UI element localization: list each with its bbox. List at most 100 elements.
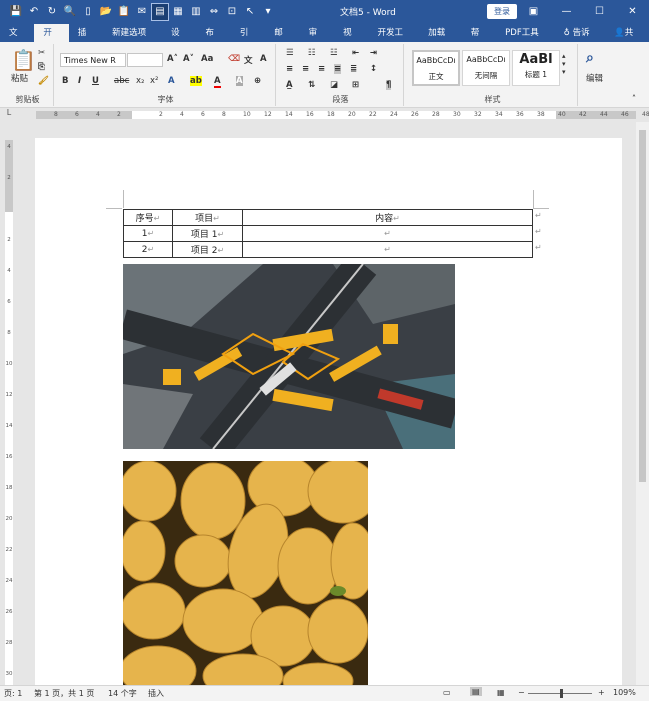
style-no-spacing[interactable]: AaBbCcDı 无间隔 xyxy=(462,50,510,86)
tab-references[interactable]: 引用 xyxy=(231,24,265,56)
chinese-layout-icon[interactable]: A̲ xyxy=(286,80,293,90)
numbering-icon[interactable]: ☷ xyxy=(308,48,316,58)
sort-icon[interactable]: ⇅ xyxy=(308,80,315,90)
tab-pdf-tools[interactable]: PDF工具集 xyxy=(496,24,555,56)
zoom-in-icon[interactable]: + xyxy=(598,688,605,697)
borders-icon[interactable]: ⊞ xyxy=(352,80,359,90)
margins-icon[interactable]: ⇔ xyxy=(206,4,222,20)
tab-selector[interactable]: L xyxy=(0,108,18,122)
columns-icon[interactable]: ▥ xyxy=(188,4,204,20)
editing-button[interactable]: 编辑 xyxy=(586,72,603,84)
paste-icon[interactable]: 📋 xyxy=(11,48,36,72)
customize-dropdown-icon[interactable]: ▾ xyxy=(260,4,276,20)
maximize-icon[interactable]: ☐ xyxy=(583,0,616,23)
insert-mode[interactable]: 插入 xyxy=(148,688,164,699)
table-cell[interactable]: ↵ xyxy=(242,225,533,242)
clear-formatting-icon[interactable]: ⌫ xyxy=(228,54,240,64)
format-painter-icon[interactable]: 🖌 xyxy=(38,76,49,86)
change-case-icon[interactable]: Aa xyxy=(201,54,213,64)
clipboard-icon[interactable]: 📋 xyxy=(116,4,132,20)
table-icon[interactable]: ▦ xyxy=(170,4,186,20)
table-cell[interactable]: 2↵ xyxy=(123,241,173,258)
mangoes-photo[interactable] xyxy=(123,461,368,685)
style-normal[interactable]: AaBbCcDı 正文 xyxy=(412,50,460,86)
style-heading-1[interactable]: AaBl 标题 1 xyxy=(512,50,560,86)
print-preview-icon[interactable]: 🔍 xyxy=(62,4,78,20)
underline-icon[interactable]: U xyxy=(92,76,99,86)
line-spacing-icon[interactable]: ↕ xyxy=(370,64,377,74)
zoom-level[interactable]: 109% xyxy=(613,688,636,697)
find-icon[interactable]: ⌕ xyxy=(586,50,594,66)
collapse-ribbon-icon[interactable]: ˄ xyxy=(632,94,636,103)
tab-addins[interactable]: 加载项 xyxy=(419,24,462,56)
intersection-aerial-photo[interactable] xyxy=(123,264,455,449)
tab-file[interactable]: 文件 xyxy=(0,24,34,56)
login-button[interactable]: 登录 xyxy=(487,4,517,19)
table-cell[interactable]: 内容↵ xyxy=(242,209,533,226)
tab-home[interactable]: 开始 xyxy=(34,24,69,56)
save-icon[interactable]: 💾 xyxy=(8,4,24,20)
open-folder-icon[interactable]: 📂 xyxy=(98,4,114,20)
character-border-icon[interactable]: A xyxy=(260,54,267,64)
close-icon[interactable]: ✕ xyxy=(616,0,649,23)
zoom-out-icon[interactable]: − xyxy=(518,688,525,697)
cut-icon[interactable]: ✂ xyxy=(38,48,45,58)
decrease-indent-icon[interactable]: ⇤ xyxy=(352,48,359,58)
subscript-icon[interactable]: x₂ xyxy=(136,76,144,86)
enclose-characters-icon[interactable]: ⊕ xyxy=(254,76,261,86)
phonetic-guide-icon[interactable]: 文 xyxy=(244,54,253,66)
document-table[interactable]: 序号↵ 项目↵ 内容↵ 1↵ 项目 1↵ ↵ 2↵ 项目 2↵ ↵ xyxy=(123,209,533,258)
shading-icon[interactable]: ◪ xyxy=(330,80,338,90)
strikethrough-icon[interactable]: abc xyxy=(114,76,129,86)
textbox-icon[interactable]: ⊡ xyxy=(224,4,240,20)
tab-view[interactable]: 视图 xyxy=(334,24,368,56)
tab-help[interactable]: 帮助 xyxy=(462,24,496,56)
table-cell[interactable]: ↵ xyxy=(242,241,533,258)
share-button[interactable]: 👤共享 xyxy=(605,24,649,56)
character-shading-icon[interactable]: A xyxy=(236,76,243,86)
print-layout-icon[interactable]: ▤ xyxy=(470,687,482,696)
tab-layout[interactable]: 布局 xyxy=(197,24,231,56)
redo-icon[interactable]: ↻ xyxy=(44,4,60,20)
align-center-icon[interactable]: ≡ xyxy=(302,64,309,74)
justify-icon[interactable]: ≡ xyxy=(334,64,342,74)
italic-icon[interactable]: I xyxy=(78,76,81,86)
font-size-select[interactable] xyxy=(127,53,163,67)
tab-new-tab[interactable]: 新建选项卡 xyxy=(103,24,162,56)
pointer-icon[interactable]: ↖ xyxy=(242,4,258,20)
email-icon[interactable]: ✉ xyxy=(134,4,150,20)
horizontal-ruler[interactable]: 8 6 4 2 2 4 6 8 10 12 14 16 18 20 22 24 26 28 30 32 34 36 38 40… xyxy=(18,108,649,122)
text-effects-icon[interactable]: A xyxy=(168,76,175,86)
zoom-slider-thumb[interactable] xyxy=(560,689,563,698)
tab-insert[interactable]: 插入 xyxy=(69,24,103,56)
table-cell[interactable]: 项目 2↵ xyxy=(172,241,243,258)
distributed-icon[interactable]: ≣ xyxy=(350,64,357,74)
tab-developer[interactable]: 开发工具 xyxy=(368,24,419,56)
font-color-icon[interactable]: A xyxy=(214,76,221,88)
multilevel-list-icon[interactable]: ☳ xyxy=(330,48,338,58)
page-indicator[interactable]: 页: 1 xyxy=(4,688,22,699)
bold-icon[interactable]: B xyxy=(62,76,68,86)
web-layout-icon[interactable]: ▦ xyxy=(497,688,505,697)
paste-button[interactable]: 粘贴 xyxy=(11,72,28,84)
vertical-ruler[interactable]: 4 2 2 4 6 8 10 12 14 16 18 20 22 24 26 28 30 xyxy=(0,122,18,685)
document-icon[interactable]: ▯ xyxy=(80,4,96,20)
align-right-icon[interactable]: ≡ xyxy=(318,64,325,74)
table-cell[interactable]: 序号↵ xyxy=(123,209,173,226)
minimize-icon[interactable]: — xyxy=(550,0,583,23)
tab-mailings[interactable]: 邮件 xyxy=(265,24,299,56)
table-cell[interactable]: 1↵ xyxy=(123,225,173,242)
word-count[interactable]: 14 个字 xyxy=(108,688,137,699)
increase-indent-icon[interactable]: ⇥ xyxy=(370,48,377,58)
copy-icon[interactable]: ⎘ xyxy=(38,62,45,72)
highlight-icon[interactable]: ab xyxy=(190,76,202,86)
page-count[interactable]: 第 1 页，共 1 页 xyxy=(34,688,94,699)
vertical-scrollbar[interactable] xyxy=(636,122,649,685)
ribbon-display-options-icon[interactable]: ▣ xyxy=(517,0,550,23)
font-name-select[interactable]: Times New R xyxy=(60,53,126,67)
table-cell[interactable]: 项目 1↵ xyxy=(172,225,243,242)
page-layout-icon[interactable]: ▤ xyxy=(151,2,169,21)
grow-font-icon[interactable]: A˄ xyxy=(167,54,178,64)
read-mode-icon[interactable]: ▭ xyxy=(443,688,451,697)
shrink-font-icon[interactable]: A˅ xyxy=(183,54,194,64)
